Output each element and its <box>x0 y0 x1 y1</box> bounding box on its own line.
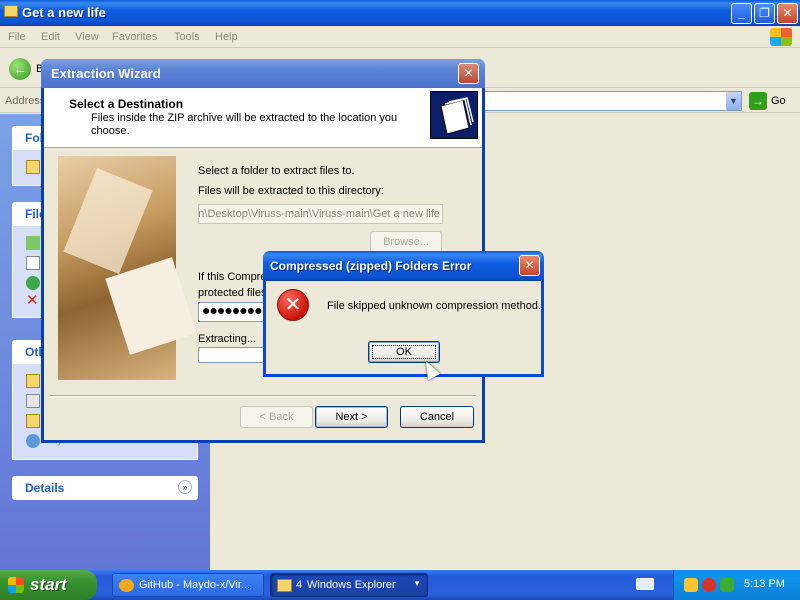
menu-file[interactable]: File <box>8 31 26 43</box>
compressed-text-2: protected files, <box>198 287 270 299</box>
error-title-bar[interactable]: Compressed (zipped) Folders Error ✕ <box>263 251 544 281</box>
wizard-title-bar[interactable]: Extraction Wizard ✕ <box>41 59 485 88</box>
error-message: File skipped unknown compression method. <box>327 300 542 312</box>
cancel-button[interactable]: Cancel <box>400 406 474 428</box>
taskbar-item-github[interactable]: GitHub - Maydo-x/Vir... <box>112 573 264 597</box>
address-label: Address <box>5 95 46 107</box>
keyboard-icon[interactable] <box>636 578 654 590</box>
error-close-button[interactable]: ✕ <box>519 255 540 276</box>
menu-edit[interactable]: Edit <box>41 31 60 43</box>
wizard-header: Select a Destination Files inside the ZI… <box>44 88 482 148</box>
browser-icon <box>119 579 134 592</box>
browse-button[interactable]: Browse... <box>370 231 442 253</box>
documents-icon[interactable] <box>26 394 40 408</box>
network-icon[interactable] <box>26 434 40 448</box>
network-icon[interactable] <box>720 578 734 592</box>
maximize-button[interactable]: ❐ <box>754 3 775 24</box>
security-shield-icon[interactable] <box>684 578 698 592</box>
explorer-title-bar[interactable]: Get a new life _ ❐ ✕ <box>0 0 800 26</box>
error-icon: ✕ <box>277 289 309 321</box>
compressed-text-1: If this Compres <box>198 271 272 283</box>
next-button[interactable]: Next > <box>315 406 388 428</box>
directory-label: Files will be extracted to this director… <box>198 185 384 197</box>
zip-folder-icon <box>430 91 478 139</box>
extraction-progress-bar <box>198 347 272 363</box>
wizard-close-button[interactable]: ✕ <box>458 63 479 84</box>
folder-icon[interactable] <box>26 160 40 174</box>
destination-path-input[interactable]: Admin\Desktop\Viruss-main\Viruss-main\Ge… <box>198 204 443 224</box>
error-title: Compressed (zipped) Folders Error <box>270 259 472 273</box>
clock: 5:13 PM <box>744 578 785 590</box>
compressed-folders-error-dialog: Compressed (zipped) Folders Error ✕ ✕ Fi… <box>263 251 544 377</box>
chevron-down-icon[interactable]: » <box>178 480 192 494</box>
close-button[interactable]: ✕ <box>777 3 798 24</box>
minimize-button[interactable]: _ <box>731 3 752 24</box>
chevron-down-icon: ▼ <box>413 579 421 588</box>
publish-icon[interactable] <box>26 276 40 290</box>
wizard-separator <box>50 395 476 397</box>
windows-logo-icon <box>8 577 24 593</box>
taskbar-item-windows-explorer[interactable]: 4 Windows Explorer ▼ <box>270 573 428 597</box>
taskbar: start GitHub - Maydo-x/Vir... 4 Windows … <box>0 570 800 600</box>
security-alert-icon[interactable] <box>702 578 716 592</box>
rename-icon[interactable] <box>26 236 40 250</box>
focus-rect <box>372 345 436 359</box>
folder-icon <box>4 5 18 17</box>
folder-icon <box>277 579 292 592</box>
start-button[interactable]: start <box>0 570 97 600</box>
back-arrow-icon[interactable]: ← <box>9 58 31 80</box>
taskbar-group-count: 4 <box>296 579 303 591</box>
start-label: start <box>30 575 67 594</box>
back-button[interactable]: < Back <box>240 406 313 428</box>
wizard-step-title: Select a Destination <box>69 97 184 111</box>
menu-bar: File Edit View Favorites Tools Help <box>0 26 800 48</box>
menu-help[interactable]: Help <box>215 31 238 43</box>
windows-logo-icon <box>770 28 792 46</box>
menu-view[interactable]: View <box>75 31 99 43</box>
go-arrow-icon[interactable]: → <box>749 92 767 110</box>
copy-icon[interactable] <box>26 256 40 270</box>
panel-details-header[interactable]: Details » <box>12 476 198 500</box>
taskbar-item-label: GitHub - Maydo-x/Vir... <box>139 579 251 591</box>
explorer-title: Get a new life <box>22 5 106 20</box>
select-folder-text: Select a folder to extract files to. <box>198 165 355 177</box>
menu-favorites[interactable]: Favorites <box>112 31 157 43</box>
extracting-label: Extracting... <box>198 333 257 345</box>
menu-tools[interactable]: Tools <box>174 31 200 43</box>
folder-icon[interactable] <box>26 374 40 388</box>
wizard-title: Extraction Wizard <box>51 66 161 81</box>
password-field[interactable]: ●●●●●●●●● <box>198 302 272 322</box>
taskbar-item-label: Windows Explorer <box>307 579 396 591</box>
delete-icon[interactable]: ✕ <box>26 293 40 308</box>
system-tray: 5:13 PM <box>673 570 800 600</box>
wizard-side-image <box>58 156 197 380</box>
address-input[interactable] <box>480 91 742 111</box>
go-button[interactable]: Go <box>771 95 786 107</box>
folder-icon[interactable] <box>26 414 40 428</box>
wizard-step-subtitle: Files inside the ZIP archive will be ext… <box>91 112 398 137</box>
chevron-down-icon[interactable]: ▼ <box>726 92 741 110</box>
